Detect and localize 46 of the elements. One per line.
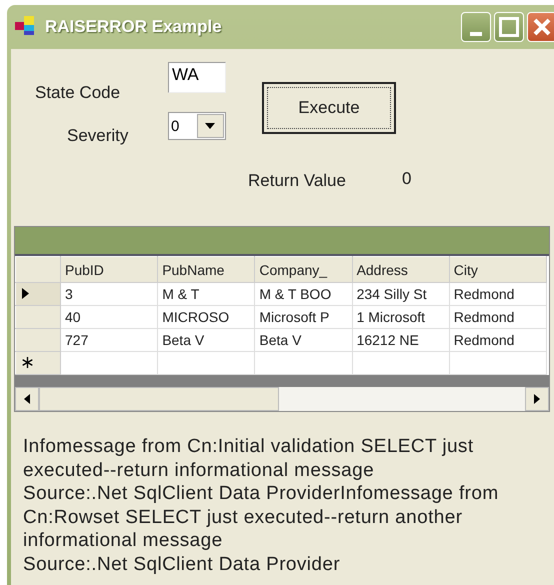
table-cell: 727 <box>60 328 158 352</box>
left-arrow-icon <box>24 394 30 404</box>
current-row-icon <box>22 288 29 299</box>
table-cell: Redmond <box>449 328 546 352</box>
right-arrow-icon <box>534 394 540 404</box>
scroll-left-button[interactable] <box>15 387 39 411</box>
maximize-icon <box>499 17 519 37</box>
table-cell: Redmond <box>449 306 546 328</box>
severity-dropdown[interactable]: 0 <box>168 112 226 140</box>
scroll-right-button[interactable] <box>525 387 549 411</box>
info-message: Infomessage from Cn:Initial validation SELECT just executed--return informational message <box>23 435 475 482</box>
table-cell: MICROSO <box>158 306 255 328</box>
table-cell: 1 Microsoft <box>352 306 450 328</box>
minimize-icon <box>470 32 482 36</box>
dropdown-arrow-icon <box>205 123 216 129</box>
close-button[interactable] <box>527 12 554 42</box>
column-header[interactable]: Address <box>352 256 450 282</box>
return-value: 0 <box>402 169 412 189</box>
table-cell: Redmond <box>449 282 546 306</box>
return-value-label: Return Value <box>248 171 346 191</box>
table-cell: 40 <box>60 306 158 328</box>
table-cell: Beta V <box>254 328 352 352</box>
new-row-icon <box>22 357 33 368</box>
column-header[interactable]: PubID <box>60 256 158 282</box>
close-icon <box>532 17 552 37</box>
info-message: Source:.Net SqlClient Data Provider <box>23 552 342 576</box>
table-cell: 16212 NE <box>352 328 450 352</box>
table-cell: 3 <box>60 282 158 306</box>
scrollbar-thumb[interactable] <box>39 387 279 411</box>
table-cell: Microsoft P <box>254 306 352 328</box>
state-code-label: State Code <box>35 83 120 103</box>
execute-button[interactable]: Execute <box>262 82 396 134</box>
column-header[interactable]: Company_ <box>254 256 352 282</box>
table-cell: M & T BOO <box>254 282 352 306</box>
table-cell: Beta V <box>158 328 255 352</box>
horizontal-scrollbar[interactable] <box>15 387 549 411</box>
window-title: RAISERROR Example <box>45 17 223 37</box>
info-message: Source:.Net SqlClient Data ProviderInfomessage from Cn:Rowset SELECT just executed--return another informational message <box>23 482 500 552</box>
table-cell: 234 Silly St <box>352 282 450 306</box>
column-header[interactable]: PubName <box>158 256 255 282</box>
column-header[interactable]: City <box>449 256 546 282</box>
severity-label: Severity <box>67 126 128 146</box>
table-cell: M & T <box>158 282 255 306</box>
state-code-field[interactable]: WA <box>168 62 226 93</box>
maximize-button[interactable] <box>494 12 524 42</box>
minimize-button[interactable] <box>461 12 491 42</box>
